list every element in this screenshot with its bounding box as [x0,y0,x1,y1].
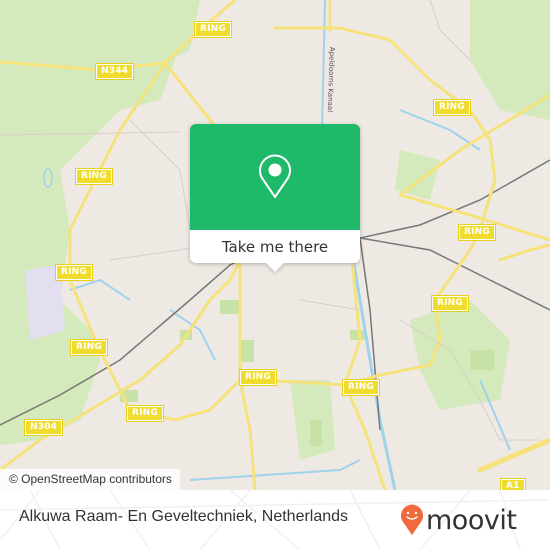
road-label-ring: RING [431,295,469,312]
take-me-there-button[interactable]: Take me there [190,230,360,263]
road-label-ring: RING [75,168,113,185]
road-label-a1: A1 [500,478,526,490]
road-label-ring: RING [458,224,496,241]
road-label-ring: RING [194,21,232,38]
road-label-ring: RING [433,99,471,116]
popup-pointer [266,263,284,272]
map-attribution[interactable]: © OpenStreetMap contributors [0,469,180,490]
popup-header [190,124,360,230]
road-label-ring: RING [55,264,93,281]
moovit-pin-icon [401,504,423,535]
road-label-ring: RING [239,369,277,386]
map-pin-icon [259,154,291,198]
moovit-logo[interactable]: moovit [400,500,517,540]
destination-popup: Take me there [190,124,360,272]
road-label-n304: N304 [23,419,64,436]
footer: Alkuwa Raam- En Geveltechniek, Netherlan… [0,490,550,550]
map[interactable]: N344 RING RING RING RING RING N304 RING … [0,0,550,490]
road-label-n344: N344 [94,63,135,80]
road-label-ring: RING [70,339,108,356]
road-label-ring: RING [342,379,380,396]
place-name: Alkuwa Raam- En Geveltechniek, Netherlan… [19,508,349,525]
road-label-ring: RING [126,405,164,422]
moovit-wordmark: moovit [426,504,517,536]
